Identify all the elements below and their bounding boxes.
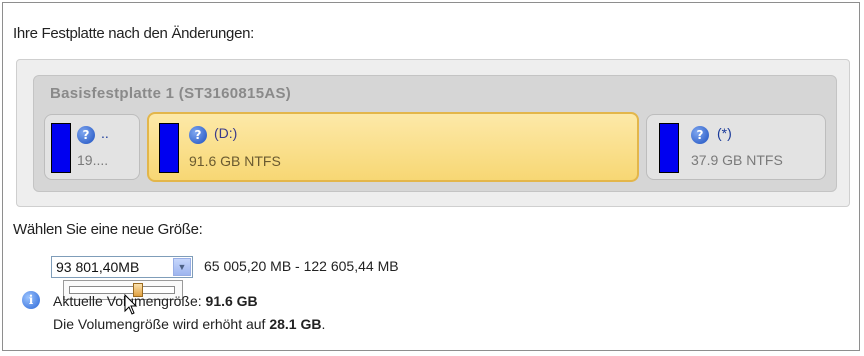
new-size-label: Die Volumengröße wird erhöht auf — [53, 316, 270, 332]
size-range: 65 005,20 MB - 122 605,44 MB — [204, 258, 399, 274]
current-size-value: 91.6 GB — [205, 293, 258, 309]
question-icon: ? — [691, 126, 709, 144]
partition-name: .. — [101, 125, 109, 141]
current-size-line: Aktuelle Volumengröße: 91.6 GB — [53, 293, 258, 309]
wizard-panel: Ihre Festplatte nach den Änderungen: Bas… — [2, 2, 860, 351]
question-icon: ? — [189, 126, 207, 144]
new-size-line: Die Volumengröße wird erhöht auf 28.1 GB… — [53, 316, 325, 332]
partition-1[interactable]: ? .. 19.... — [44, 114, 140, 180]
size-combobox[interactable]: 93 801,40MB ▼ — [51, 256, 193, 278]
new-size-suffix: . — [321, 316, 326, 332]
page-heading: Ihre Festplatte nach den Änderungen: — [13, 25, 255, 42]
partition-3[interactable]: ? (*) 37.9 GB NTFS — [646, 114, 826, 180]
mouse-cursor-icon — [124, 294, 138, 315]
disk-group: Basisfestplatte 1 (ST3160815AS) ? .. 19.… — [33, 75, 837, 192]
partition-2[interactable]: ? (D:) 91.6 GB NTFS — [147, 112, 639, 182]
disk-title: Basisfestplatte 1 (ST3160815AS) — [50, 85, 292, 102]
size-value[interactable]: 93 801,40MB — [56, 259, 139, 275]
partition-usage-bar — [659, 123, 679, 173]
chevron-down-icon[interactable]: ▼ — [173, 258, 191, 276]
partition-usage-bar — [51, 123, 71, 173]
partition-name: (D:) — [214, 125, 238, 141]
partition-info: 91.6 GB NTFS — [189, 153, 281, 169]
info-icon: i — [22, 291, 40, 309]
partition-name: (*) — [717, 125, 732, 141]
size-label: Wählen Sie eine neue Größe: — [13, 221, 203, 238]
disk-layout-panel: Basisfestplatte 1 (ST3160815AS) ? .. 19.… — [16, 59, 850, 207]
partition-info: 19.... — [77, 152, 109, 168]
partition-usage-bar — [159, 123, 179, 173]
question-icon: ? — [77, 126, 95, 144]
partition-info: 37.9 GB NTFS — [691, 152, 783, 168]
new-size-value: 28.1 GB — [269, 316, 322, 332]
